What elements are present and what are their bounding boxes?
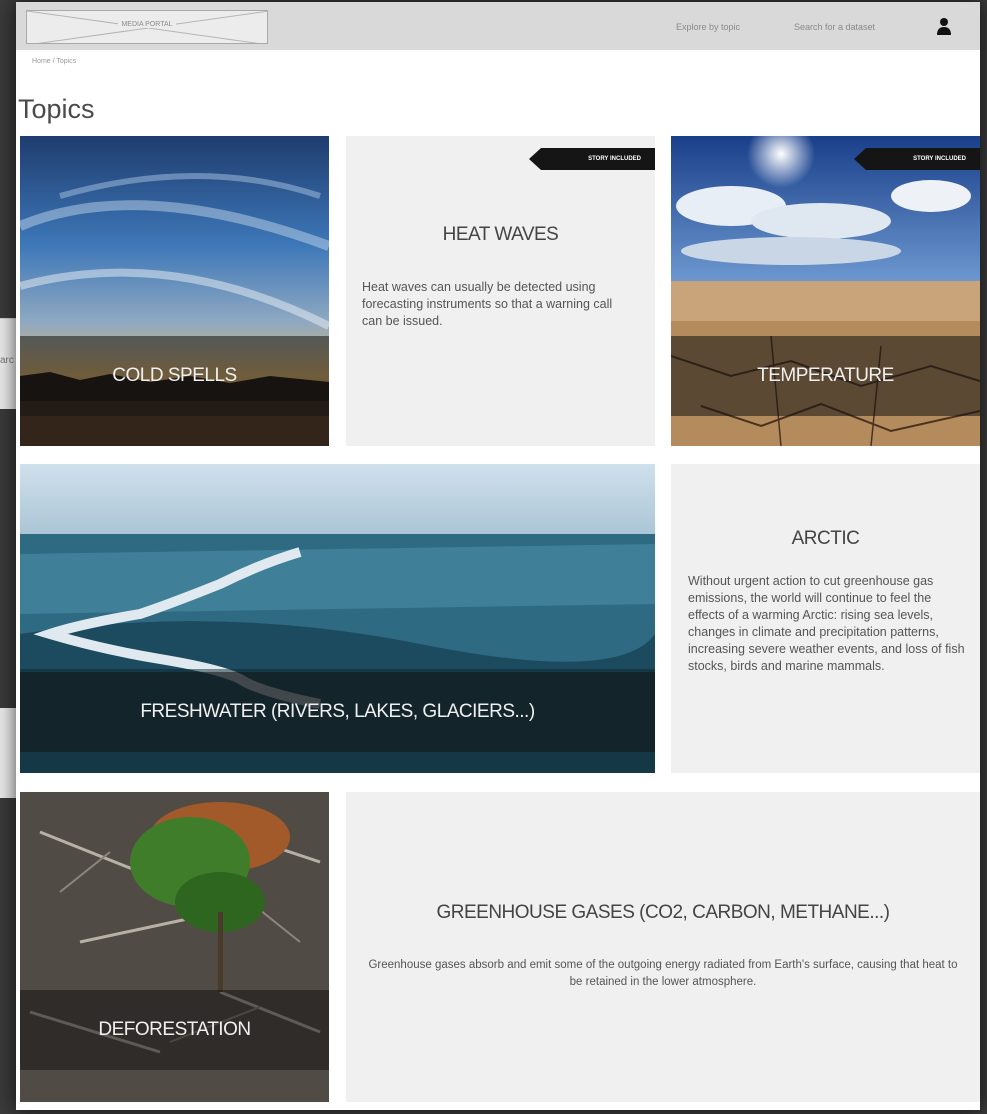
- topic-card-arctic[interactable]: ARCTIC Without urgent action to cut gree…: [671, 464, 980, 773]
- topic-title-greenhouse-gases: GREENHOUSE GASES (CO2, CARBON, METHANE..…: [436, 902, 890, 923]
- logo[interactable]: MEDIA PORTAL: [26, 10, 268, 44]
- nav-explore-by-topic[interactable]: Explore by topic: [676, 22, 740, 32]
- logo-text: MEDIA PORTAL: [118, 21, 176, 28]
- story-included-badge: STORY INCLUDED: [854, 148, 980, 170]
- topic-tile-cold-spells[interactable]: COLD SPELLS: [20, 136, 329, 446]
- topic-card-greenhouse-gases[interactable]: GREENHOUSE GASES (CO2, CARBON, METHANE..…: [346, 792, 980, 1102]
- topic-title-heat-waves: HEAT WAVES: [442, 224, 559, 245]
- topic-label-freshwater: FRESHWATER (RIVERS, LAKES, GLACIERS...): [20, 672, 655, 752]
- breadcrumb[interactable]: Home / Topics: [32, 58, 76, 65]
- background-window-text: arc: [0, 355, 14, 366]
- topic-label-temperature: TEMPERATURE: [671, 336, 980, 416]
- page-title: Topics: [18, 94, 95, 124]
- topic-card-heat-waves[interactable]: STORY INCLUDED HEAT WAVES Heat waves can…: [346, 136, 655, 446]
- topic-label-cold-spells: COLD SPELLS: [20, 336, 329, 416]
- user-icon[interactable]: [937, 17, 951, 35]
- top-navigation-bar: MEDIA PORTAL Explore by topic Search for…: [16, 2, 980, 50]
- portal-page: MEDIA PORTAL Explore by topic Search for…: [16, 2, 980, 1110]
- topic-title-arctic: ARCTIC: [791, 528, 860, 549]
- topic-description-heat-waves: Heat waves can usually be detected using…: [362, 280, 613, 328]
- topic-tile-freshwater[interactable]: FRESHWATER (RIVERS, LAKES, GLACIERS...): [20, 464, 655, 773]
- topic-label-deforestation: DEFORESTATION: [20, 990, 329, 1070]
- nav-search-dataset[interactable]: Search for a dataset: [794, 22, 875, 32]
- topic-description-greenhouse-gases: Greenhouse gases absorb and emit some of…: [368, 959, 958, 988]
- topic-tile-deforestation[interactable]: DEFORESTATION: [20, 792, 329, 1102]
- story-included-badge: STORY INCLUDED: [529, 148, 655, 170]
- topic-description-arctic: Without urgent action to cut greenhouse …: [688, 574, 965, 673]
- topic-tile-temperature[interactable]: STORY INCLUDED TEMPERATURE: [671, 136, 980, 446]
